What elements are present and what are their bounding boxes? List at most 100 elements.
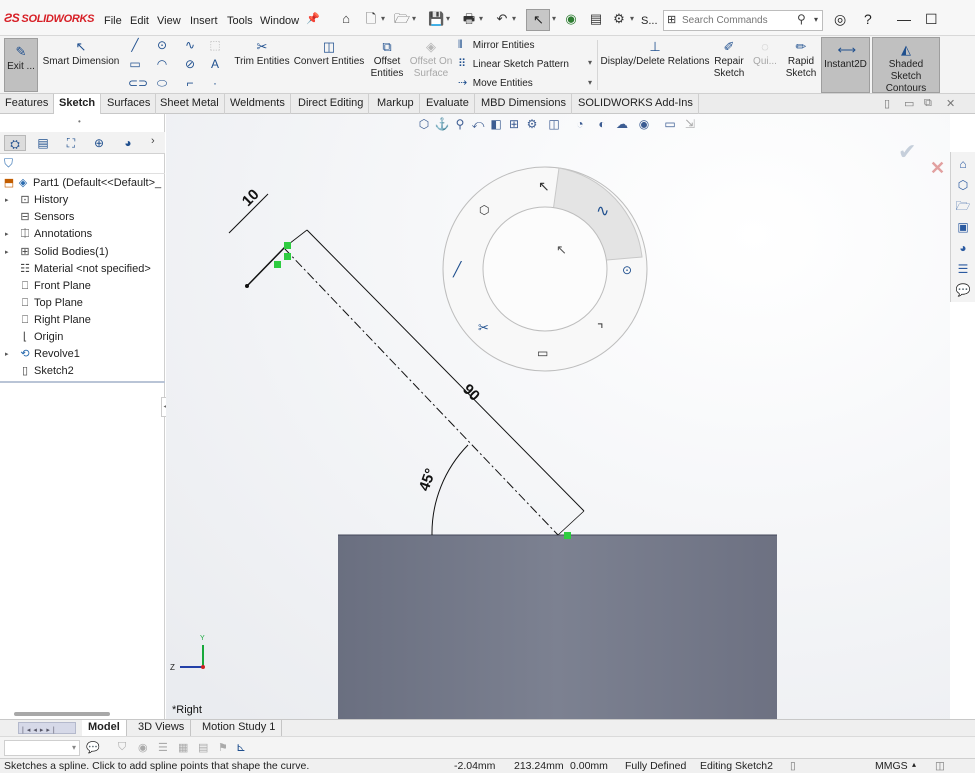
menu-edit[interactable]: Edit <box>130 15 149 27</box>
tabs-more-chevron-icon[interactable]: › <box>151 135 155 147</box>
ring-line-icon[interactable]: ╱ <box>452 261 463 278</box>
spline-icon[interactable]: ∿ <box>183 38 197 52</box>
units-dropdown-caret[interactable]: ▴ <box>912 760 916 769</box>
filter-icon[interactable]: ⛉ <box>4 156 13 171</box>
horizontal-scrollbar[interactable] <box>14 712 110 716</box>
configuration-dropdown[interactable]: ▾ <box>4 740 80 756</box>
graphics-area[interactable]: ⬡ ⚓ ⚲ ⤺ ◧ ⊞ ⚙ ◫ ◔ ◐ ☁ ◉ ▭ ⇲ 10 90 45° ↖ … <box>166 114 950 719</box>
search-icon[interactable]: ⚲ <box>797 12 806 26</box>
layers-icon[interactable]: ☰ <box>158 741 168 754</box>
file-explorer-icon[interactable]: 🗁 <box>955 198 971 214</box>
dimension-view-icon[interactable]: ⊾ <box>236 740 246 754</box>
revolved-body[interactable] <box>338 535 777 719</box>
tab-scroll-arrows-icon[interactable]: |◂◂▸▸| <box>19 727 58 734</box>
ring-smart-dimension-icon[interactable]: ↖ <box>538 178 550 194</box>
offset-entities-button[interactable]: ⧉ Offset Entities <box>368 40 406 80</box>
filter-tree-icon[interactable]: ⛉ <box>118 741 126 754</box>
search-commands-input[interactable] <box>682 13 794 28</box>
appearances-icon[interactable]: ◕ <box>955 240 971 256</box>
tab-scroll-controls[interactable]: |◂◂▸▸| <box>18 722 76 734</box>
expand-arrow-icon[interactable]: ▸ <box>5 346 9 363</box>
save-dropdown-caret[interactable]: ▾ <box>446 14 450 23</box>
select-dropdown-caret[interactable]: ▾ <box>552 14 556 23</box>
ring-trim-icon[interactable]: ✂ <box>478 320 489 335</box>
tab-model[interactable]: Model <box>82 720 127 736</box>
rebuild-indicator-icon[interactable]: ▯ <box>790 760 796 772</box>
repair-sketch-button[interactable]: ✐ Repair Sketch <box>710 40 748 80</box>
menu-view[interactable]: View <box>157 15 181 27</box>
expand-arrow-icon[interactable]: ▸ <box>5 226 9 243</box>
open-dropdown-caret[interactable]: ▾ <box>412 14 416 23</box>
dimension-10-label[interactable]: 10 <box>239 186 263 210</box>
tab-direct-editing[interactable]: Direct Editing <box>293 94 370 114</box>
eye-icon[interactable]: ◉ <box>138 741 148 754</box>
move-dropdown-caret[interactable]: ▾ <box>588 78 592 87</box>
sketch-text-icon[interactable]: A <box>208 57 222 71</box>
configuration-manager-tab-icon[interactable]: ⛶ <box>60 135 82 151</box>
new-dropdown-caret[interactable]: ▾ <box>381 14 385 23</box>
arc-icon[interactable]: ◠ <box>155 57 169 71</box>
file-properties-icon[interactable]: ▤ <box>588 12 604 26</box>
fillet-icon[interactable]: ⌐ <box>183 76 197 90</box>
tree-item-origin[interactable]: ⌊ Origin <box>0 329 165 346</box>
tab-solidworks-add-ins[interactable]: SOLIDWORKS Add-Ins <box>573 94 699 114</box>
select-button[interactable]: ↖ <box>526 9 550 31</box>
tab-markup[interactable]: Markup <box>372 94 420 114</box>
expand-arrow-icon[interactable]: ▸ <box>5 192 9 209</box>
text-box-icon[interactable]: ⬚ <box>208 38 222 52</box>
solidworks-logo[interactable]: ƧS SOLIDWORKS <box>4 11 95 25</box>
exit-sketch-button[interactable]: ✎ Exit ... <box>4 38 38 92</box>
tree-item-material[interactable]: ☷ Material <not specified> <box>0 261 165 278</box>
undo-icon[interactable]: ↶ <box>494 12 510 26</box>
ring-view-orientation-icon[interactable]: ⬡ <box>479 203 489 217</box>
shaded-sketch-contours-button[interactable]: ◭ Shaded Sketch Contours <box>872 37 940 94</box>
quick-snaps-button[interactable]: ◌ Qui... <box>750 40 780 68</box>
options-gear-icon[interactable]: ⚙ <box>611 12 627 26</box>
tree-item-top-plane[interactable]: ⎕ Top Plane <box>0 295 165 312</box>
rapid-sketch-button[interactable]: ✏ Rapid Sketch <box>783 40 819 80</box>
display-delete-relations-button[interactable]: ⊥ Display/Delete Relations <box>600 40 710 68</box>
feature-manager-tab-icon[interactable]: ⛭ <box>4 135 26 151</box>
menu-file[interactable]: File <box>104 15 122 27</box>
sketch-point-selected[interactable] <box>284 253 291 260</box>
options-dropdown-caret[interactable]: ▾ <box>630 14 634 23</box>
tab-sheet-metal[interactable]: Sheet Metal <box>155 94 225 114</box>
move-entities-button[interactable]: ⇢ Move Entities <box>458 76 533 89</box>
polygon-icon[interactable]: ⊘ <box>183 57 197 71</box>
sketch-point-selected[interactable] <box>564 532 571 539</box>
table-icon[interactable]: ▦ <box>178 741 188 754</box>
linear-sketch-pattern-button[interactable]: ⠿ Linear Sketch Pattern <box>458 57 569 70</box>
ring-fillet-icon[interactable]: ⌝ <box>597 321 604 337</box>
tree-item-right-plane[interactable]: ⎕ Right Plane <box>0 312 165 329</box>
dimxpert-manager-tab-icon[interactable]: ⊕ <box>88 135 110 151</box>
document-restore-icon[interactable]: ▯ <box>884 97 890 110</box>
status-settings-icon[interactable]: ◫ <box>935 760 945 772</box>
offset-on-surface-button[interactable]: ◈ Offset On Surface <box>408 40 454 80</box>
open-folder-icon[interactable]: 🗁 <box>394 12 410 26</box>
convert-entities-button[interactable]: ◫ Convert Entities <box>292 40 366 68</box>
ellipse-icon[interactable]: ⬭ <box>155 76 169 91</box>
tree-item-front-plane[interactable]: ⎕ Front Plane <box>0 278 165 295</box>
home-icon[interactable]: ⌂ <box>338 12 354 26</box>
tree-item-solid-bodies[interactable]: ▸ ⊞ Solid Bodies(1) <box>0 244 165 261</box>
menu-tools[interactable]: Tools <box>227 15 253 27</box>
new-document-icon[interactable]: 🗋 <box>363 12 379 26</box>
smart-dimension-button[interactable]: ↖ Smart Dimension <box>40 40 122 68</box>
confirm-ok-check-icon[interactable]: ✔ <box>898 139 916 165</box>
save-icon[interactable]: 💾 <box>428 12 444 26</box>
tab-mbd-dimensions[interactable]: MBD Dimensions <box>476 94 572 114</box>
print-dropdown-caret[interactable]: ▾ <box>479 14 483 23</box>
slot-icon[interactable]: ⊂⊃ <box>128 76 148 90</box>
dimension-90-label[interactable]: 90 <box>459 381 483 405</box>
rectangle-icon[interactable]: ▭ <box>128 57 142 71</box>
comment-icon[interactable]: 💬 <box>86 741 100 754</box>
sketch-canvas[interactable]: 10 90 45° ↖ ∿ ⊙ ⌝ ▭ ✂ ╱ ⬡ ↖ Y Z <box>166 114 950 719</box>
search-commands-box[interactable]: ⊞ ⚲ ▾ <box>663 10 823 31</box>
tab-3d-views[interactable]: 3D Views <box>132 720 192 736</box>
ring-rectangle-icon[interactable]: ▭ <box>537 346 548 360</box>
document-minimize-icon[interactable]: ▭ <box>904 97 914 110</box>
property-manager-tab-icon[interactable]: ▤ <box>32 135 54 151</box>
document-maximize-icon[interactable]: ⧉ <box>924 97 932 110</box>
solidworks-resources-home-icon[interactable]: ⌂ <box>955 156 971 172</box>
forum-icon[interactable]: 💬 <box>955 282 971 298</box>
